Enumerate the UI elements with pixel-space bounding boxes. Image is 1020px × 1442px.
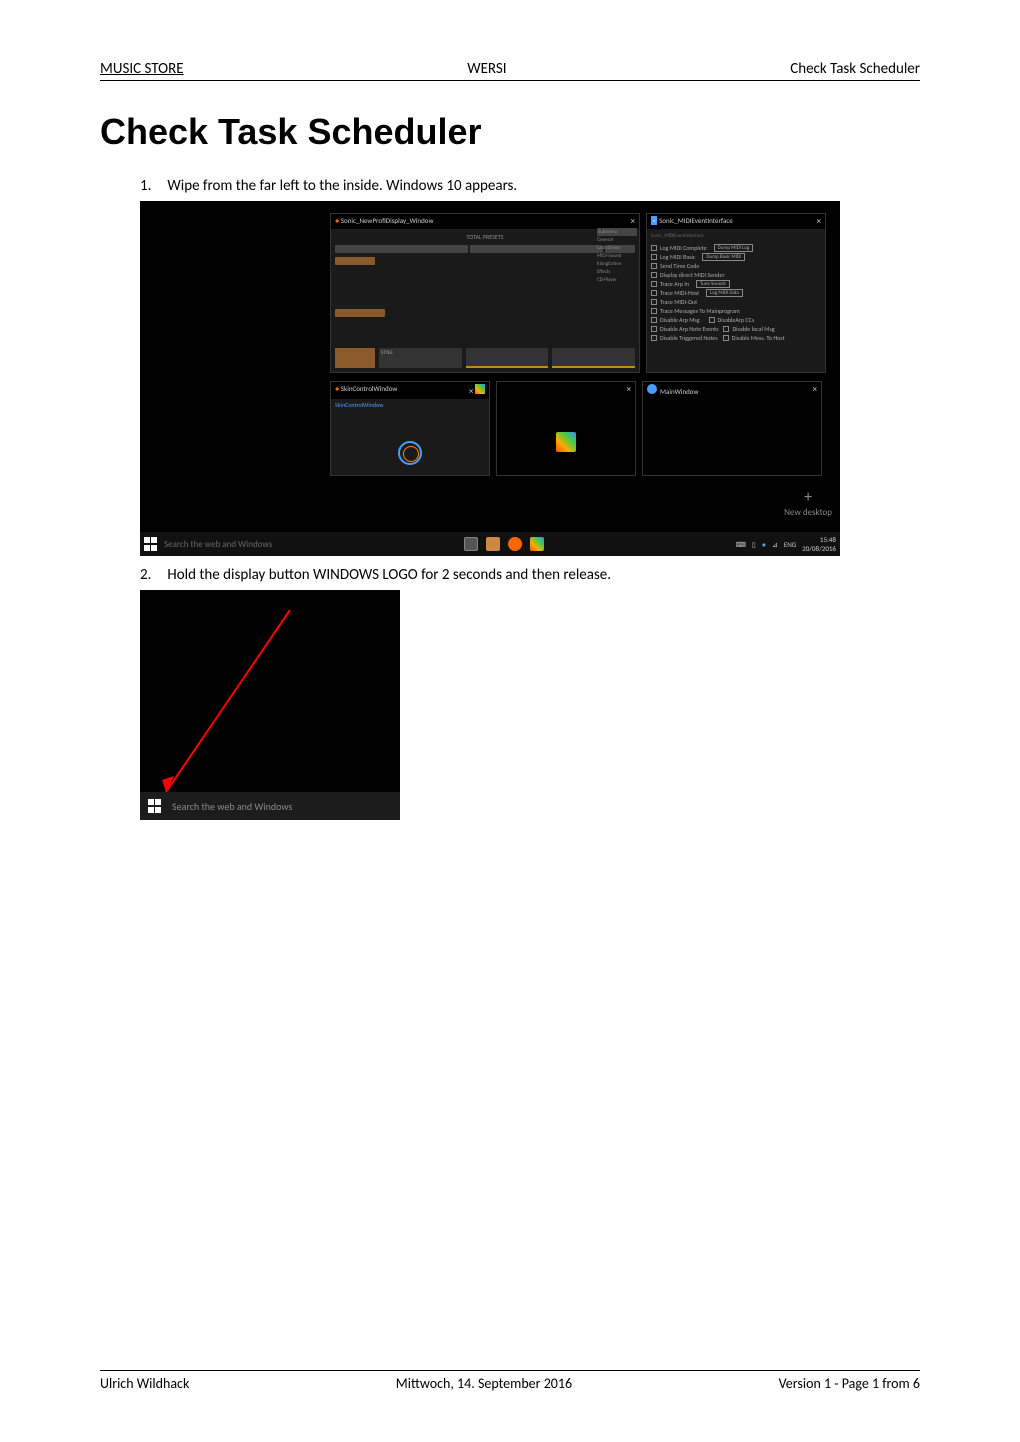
keyboard-icon[interactable]: ⌨ <box>736 540 746 549</box>
app-icon[interactable] <box>508 537 522 551</box>
footer-author: Ulrich Wildhack <box>100 1375 189 1392</box>
window2-title: Sonic_MIDIEventInterface <box>659 216 733 225</box>
step-text: Hold the display button WINDOWS LOGO for… <box>167 566 611 584</box>
right-panel: Submenu General Lautstärken MIDI-Sound K… <box>597 228 637 284</box>
screenshot-1: ● Sonic_NewProfiDisplay_Window × TOTAL P… <box>140 201 840 556</box>
close-icon[interactable]: × <box>817 216 821 227</box>
window5-title: MainWindow <box>660 387 698 396</box>
close-icon[interactable]: × <box>469 386 473 397</box>
battery-icon[interactable]: ▯ <box>752 540 756 549</box>
footer-version: Version 1 - Page 1 from 6 <box>779 1375 920 1392</box>
close-icon[interactable]: × <box>631 216 635 227</box>
step-1: 1. Wipe from the far left to the inside.… <box>140 177 920 195</box>
app-icon[interactable] <box>530 537 544 551</box>
step-text: Wipe from the far left to the inside. Wi… <box>167 177 517 195</box>
new-desktop-label: New desktop <box>784 507 832 518</box>
search-input[interactable]: Search the web and Windows <box>164 539 272 550</box>
page-footer: Ulrich Wildhack Mittwoch, 14. September … <box>100 1370 920 1392</box>
step-2: 2. Hold the display button WINDOWS LOGO … <box>140 566 920 584</box>
page-title: Check Task Scheduler <box>100 111 920 153</box>
close-icon[interactable]: × <box>627 384 631 395</box>
close-icon[interactable]: × <box>813 384 817 396</box>
window1-title: Sonic_NewProfiDisplay_Window <box>341 216 434 225</box>
windows-logo-icon[interactable] <box>144 537 158 551</box>
date: 20/08/2016 <box>802 544 836 553</box>
color-icon <box>556 432 576 452</box>
taskview-icon[interactable] <box>464 537 478 551</box>
window3-subtitle: SkinControlWindow <box>331 399 489 411</box>
arrow-icon <box>150 600 390 800</box>
plus-icon: + <box>784 488 832 507</box>
tray-icon[interactable]: ● <box>762 540 766 549</box>
preset-header: TOTAL PRESETS <box>335 233 635 241</box>
taskbar: Search the web and Windows <box>140 792 400 820</box>
window-main: MainWindow × <box>642 381 822 476</box>
network-icon[interactable]: ⊿ <box>772 540 778 549</box>
screenshot-2: Search the web and Windows <box>140 590 400 820</box>
header-right: Check Task Scheduler <box>790 60 920 78</box>
window-midi-interface: ▪ Sonic_MIDIEventInterface × Sonic_MIDIE… <box>646 213 826 373</box>
taskbar: Search the web and Windows ⌨ ▯ ● ⊿ ENG 1… <box>140 532 840 556</box>
lang-indicator[interactable]: ENG <box>784 540 796 549</box>
window-4: × <box>496 381 636 476</box>
step-num: 2. <box>140 566 164 584</box>
search-input[interactable]: Search the web and Windows <box>172 800 292 813</box>
footer-date: Mittwoch, 14. September 2016 <box>396 1375 572 1392</box>
style-box: STYLE <box>379 348 462 368</box>
new-desktop-button[interactable]: + New desktop <box>784 488 832 518</box>
time: 15:48 <box>802 535 836 544</box>
window-skincontrol: ● SkinControlWindow × SkinControlWindow <box>330 381 490 476</box>
window-sonic-display: ● Sonic_NewProfiDisplay_Window × TOTAL P… <box>330 213 640 373</box>
header-center: WERSI <box>467 60 506 78</box>
header-left: MUSIC STORE <box>100 60 184 78</box>
windows-logo-icon[interactable] <box>148 799 162 813</box>
explorer-icon[interactable] <box>486 537 500 551</box>
step-num: 1. <box>140 177 164 195</box>
window3-title: SkinControlWindow <box>341 384 398 393</box>
page-header: MUSIC STORE WERSI Check Task Scheduler <box>100 60 920 81</box>
circle-icon <box>398 441 422 465</box>
